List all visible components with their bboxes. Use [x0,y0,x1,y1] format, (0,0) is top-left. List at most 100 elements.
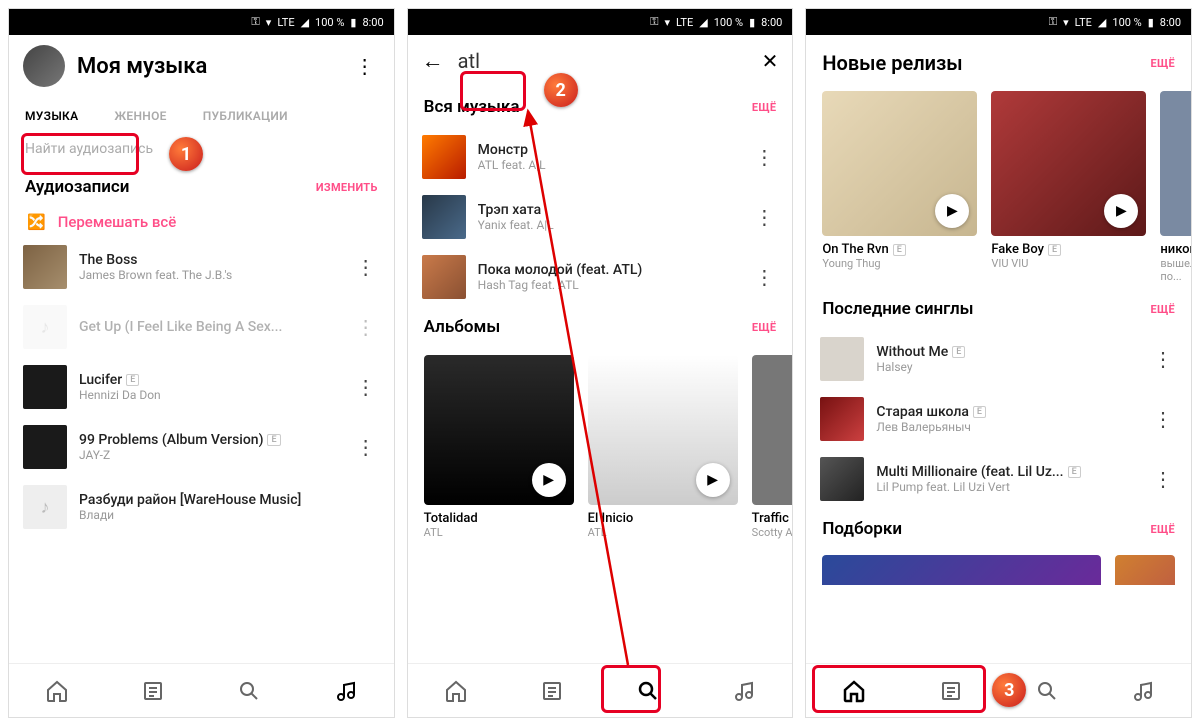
more-link[interactable]: ЕЩЁ [1151,303,1176,316]
track-row[interactable]: Трэп хата Yanix feat. A|L ⋮ [408,187,793,247]
nav-music-icon[interactable] [326,678,366,703]
track-row[interactable]: LuciferE Hennizi Da Don ⋮ [9,357,394,417]
album-card[interactable]: ▶ Totalidad ATL [424,355,574,539]
nav-music-icon[interactable] [724,678,764,703]
phone-screen-releases: ⚿ ▾ LTE ◢ 100 % ▮ 8:00 Новые релизы ЕЩЁ … [805,8,1192,718]
more-menu-icon[interactable]: ⋮ [350,54,380,78]
release-title: On The RvnE [822,242,977,257]
release-carousel[interactable]: ▶ On The RvnE Young Thug ▶ Fake BoyE VIU… [806,85,1191,289]
section-header-new-releases: Новые релизы ЕЩЁ [806,35,1191,85]
track-row[interactable]: Пока молодой (feat. ATL) Hash Tag feat. … [408,247,793,307]
track-more-icon[interactable]: ⋮ [750,205,778,229]
track-row[interactable]: ♪ Get Up (I Feel Like Being A Sex... ⋮ [9,297,394,357]
track-thumb [422,135,466,179]
album-title: El Inicio [588,511,738,526]
track-row[interactable]: Монстр ATL feat. A|L ⋮ [408,127,793,187]
battery-text: 100 % [1112,16,1141,29]
nav-list-icon[interactable] [133,678,173,703]
tab-downloaded[interactable]: ЖЕННОЕ [110,101,170,131]
shuffle-all-button[interactable]: 🔀 Перемешать всё [9,207,394,237]
section-header-singles: Последние синглы ЕЩЁ [806,289,1191,329]
release-card[interactable]: ▶ Fake BoyE VIU VIU [991,91,1146,283]
track-meta: The Boss James Brown feat. The J.B.'s [79,252,340,282]
more-link[interactable]: ЕЩЁ [752,101,777,114]
more-link[interactable]: ЕЩЁ [1151,523,1176,536]
more-link[interactable]: ЕЩЁ [752,321,777,334]
track-artist: Hash Tag feat. ATL [478,278,739,292]
album-title: Totalidad [424,511,574,526]
album-art: ▶ [588,355,738,505]
track-thumb [23,425,67,469]
back-icon[interactable]: ← [422,48,444,74]
release-art: ▶ [822,91,977,236]
release-title: Fake BoyE [991,242,1146,257]
key-icon: ⚿ [251,15,259,29]
tab-music[interactable]: МУЗЫКА [21,101,82,131]
play-icon[interactable]: ▶ [1104,194,1138,228]
nav-list-icon[interactable] [532,678,572,703]
track-meta: LuciferE Hennizi Da Don [79,372,340,402]
track-meta: Multi Millionaire (feat. Lil Uz...E Lil … [876,464,1137,494]
callout-box-3 [812,665,986,713]
battery-icon: ▮ [749,16,755,29]
album-title: Traffic Ja... [752,511,793,526]
album-card[interactable]: Traffic Ja... Scotty ATL [752,355,793,539]
track-meta: Пока молодой (feat. ATL) Hash Tag feat. … [478,262,739,292]
track-row[interactable]: 99 Problems (Album Version)E JAY-Z ⋮ [9,417,394,477]
track-title: Старая школаE [876,404,1137,420]
track-more-icon[interactable]: ⋮ [750,145,778,169]
track-artist: Halsey [876,360,1137,374]
collection-art[interactable] [822,555,1101,585]
track-more-icon[interactable]: ⋮ [750,265,778,289]
track-more-icon[interactable]: ⋮ [352,315,380,339]
track-artist: James Brown feat. The J.B.'s [79,268,340,282]
release-card[interactable]: ▶ On The RvnE Young Thug [822,91,977,283]
track-thumb: ♪ [23,305,67,349]
track-more-icon[interactable]: ⋮ [352,375,380,399]
track-row[interactable]: Старая школаE Лев Валерьяныч ⋮ [806,389,1191,449]
album-art: ▶ [424,355,574,505]
collection-art[interactable] [1115,555,1175,585]
track-thumb [820,337,864,381]
tab-posts[interactable]: ПУБЛИКАЦИИ [199,101,292,131]
track-more-icon[interactable]: ⋮ [1149,347,1177,371]
track-artist: Влади [79,508,380,522]
album-art [752,355,793,505]
clock: 8:00 [761,16,782,29]
edit-link[interactable]: ИЗМЕНИТЬ [316,181,378,194]
play-icon[interactable]: ▶ [532,463,566,497]
callout-box-search-nav [601,665,661,713]
track-more-icon[interactable]: ⋮ [352,255,380,279]
track-title: Multi Millionaire (feat. Lil Uz...E [876,464,1137,480]
album-artist: Scotty ATL [752,526,793,539]
track-more-icon[interactable]: ⋮ [1149,467,1177,491]
close-icon[interactable]: ✕ [762,49,779,73]
clock: 8:00 [1160,16,1181,29]
album-carousel[interactable]: ▶ Totalidad ATL ▶ El Inicio ATL Traffic … [408,347,793,547]
track-row[interactable]: ♪ Разбуди район [WareHouse Music] Влади [9,477,394,537]
avatar[interactable] [23,45,65,87]
track-thumb [23,365,67,409]
track-row[interactable]: The Boss James Brown feat. The J.B.'s ⋮ [9,237,394,297]
track-meta: Монстр ATL feat. A|L [478,142,739,172]
collection-carousel[interactable] [806,549,1191,587]
track-thumb [23,245,67,289]
section-header-collections: Подборки ЕЩЁ [806,509,1191,549]
album-card[interactable]: ▶ El Inicio ATL [588,355,738,539]
nav-search-icon[interactable] [229,678,269,703]
track-more-icon[interactable]: ⋮ [1149,407,1177,431]
nav-music-icon[interactable] [1123,678,1163,703]
track-more-icon[interactable]: ⋮ [352,435,380,459]
nav-search-icon[interactable] [1027,678,1067,703]
more-link[interactable]: ЕЩЁ [1151,57,1176,70]
signal-icon: ◢ [1098,16,1106,29]
release-title: никогда... [1160,242,1192,257]
play-icon[interactable]: ▶ [935,194,969,228]
track-artist: Hennizi Da Don [79,388,340,402]
release-card[interactable]: никогда... вышел по... [1160,91,1192,283]
track-row[interactable]: Without MeE Halsey ⋮ [806,329,1191,389]
play-icon[interactable]: ▶ [696,463,730,497]
nav-home-icon[interactable] [436,678,476,703]
track-row[interactable]: Multi Millionaire (feat. Lil Uz...E Lil … [806,449,1191,509]
nav-home-icon[interactable] [37,678,77,703]
